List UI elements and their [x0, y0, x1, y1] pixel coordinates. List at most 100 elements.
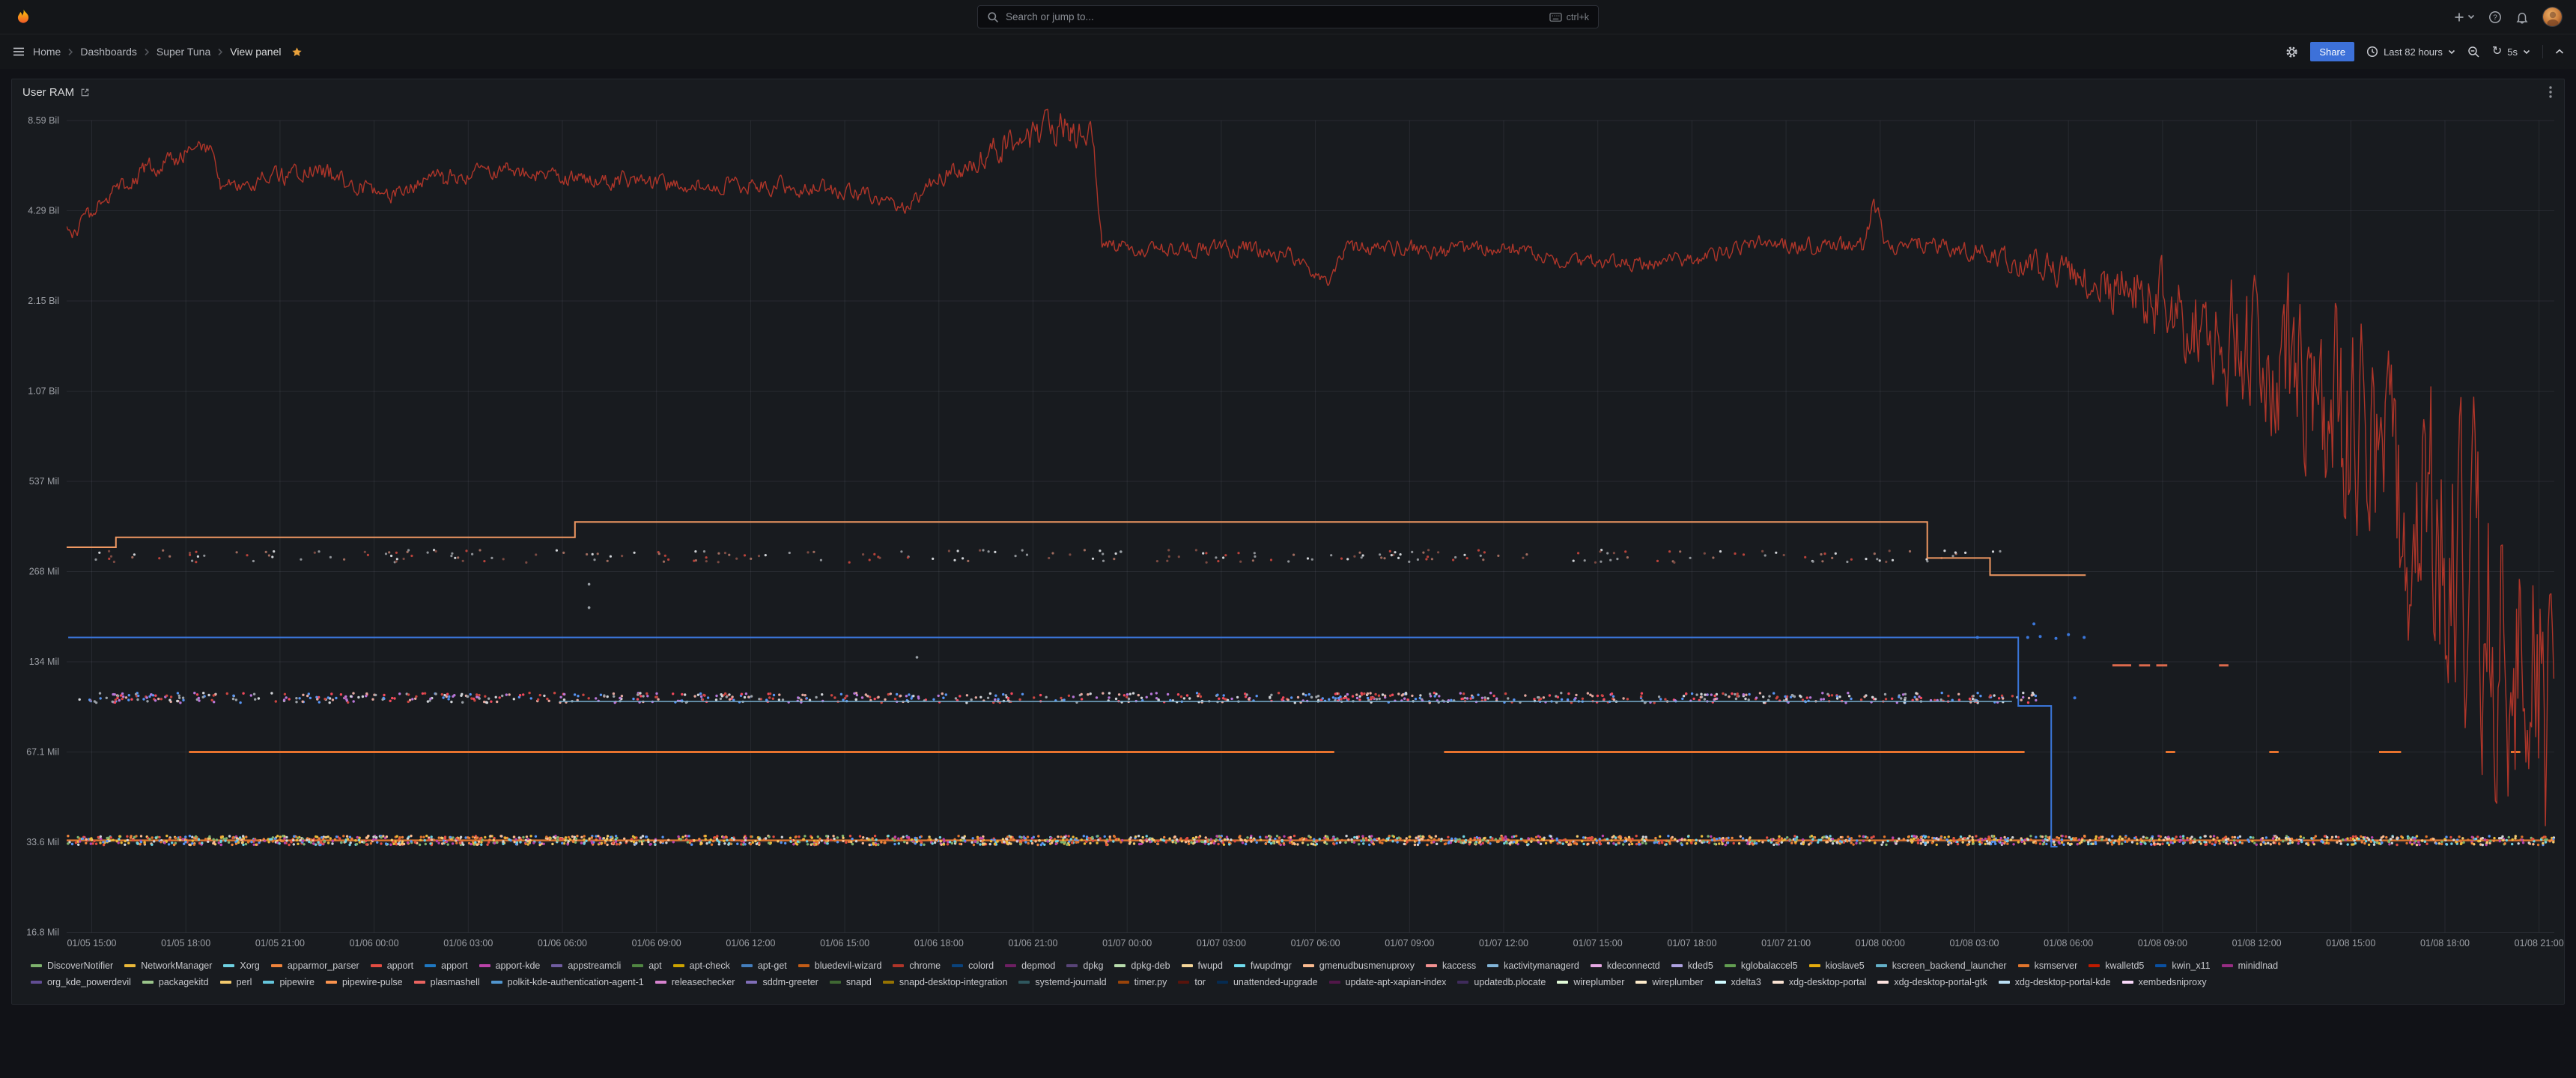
menu-toggle-button[interactable]: [12, 45, 25, 58]
legend-item-wireplumber[interactable]: wireplumber: [1635, 977, 1703, 987]
legend-item-ksmserver[interactable]: ksmserver: [2018, 960, 2078, 971]
legend-series-color: [1457, 981, 1468, 984]
add-button[interactable]: [2453, 11, 2475, 23]
legend-item-fwupd[interactable]: fwupd: [1182, 960, 1223, 971]
legend-item-unattended-upgrade[interactable]: unattended-upgrade: [1217, 977, 1318, 987]
legend-item-kded5[interactable]: kded5: [1671, 960, 1713, 971]
legend-item-updatedb.plocate[interactable]: updatedb.plocate: [1457, 977, 1546, 987]
time-range-picker[interactable]: Last 82 hours: [2366, 46, 2455, 58]
legend-item-kwalletd5[interactable]: kwalletd5: [2089, 960, 2144, 971]
legend-series-color: [1426, 964, 1437, 967]
legend-item-xdg-desktop-portal-kde[interactable]: xdg-desktop-portal-kde: [1999, 977, 2111, 987]
y-axis-tick-label: 33.6 Mil: [26, 837, 59, 847]
chevron-down-icon: [2467, 14, 2475, 19]
legend-item-apparmor_parser[interactable]: apparmor_parser: [271, 960, 359, 971]
share-button[interactable]: Share: [2310, 42, 2354, 61]
legend-item-packagekitd[interactable]: packagekitd: [142, 977, 209, 987]
legend-item-xdelta3[interactable]: xdelta3: [1715, 977, 1761, 987]
legend-item-apt[interactable]: apt: [632, 960, 661, 971]
legend-item-chrome[interactable]: chrome: [893, 960, 941, 971]
toolbar-divider: [2542, 45, 2543, 58]
refresh-button[interactable]: ↻ 5s: [2492, 46, 2530, 58]
notifications-button[interactable]: [2515, 10, 2529, 24]
legend-item-update-apt-xapian-index[interactable]: update-apt-xapian-index: [1329, 977, 1447, 987]
legend-item-wireplumber[interactable]: wireplumber: [1557, 977, 1624, 987]
legend-item-apt-get[interactable]: apt-get: [741, 960, 787, 971]
legend-item-dpkg-deb[interactable]: dpkg-deb: [1114, 960, 1170, 971]
legend-series-color: [883, 981, 894, 984]
legend-item-kwin_x11[interactable]: kwin_x11: [2155, 960, 2210, 971]
legend-item-gmenudbusmenuproxy[interactable]: gmenudbusmenuproxy: [1303, 960, 1415, 971]
legend-item-fwupdmgr[interactable]: fwupdmgr: [1234, 960, 1292, 971]
legend-series-color: [746, 981, 757, 984]
breadcrumb-home[interactable]: Home: [33, 46, 61, 58]
legend-item-depmod[interactable]: depmod: [1005, 960, 1055, 971]
legend-item-perl[interactable]: perl: [220, 977, 252, 987]
legend-item-kioslave5[interactable]: kioslave5: [1809, 960, 1865, 971]
refresh-interval-label: 5s: [2507, 46, 2518, 58]
legend-item-kdeconnectd[interactable]: kdeconnectd: [1591, 960, 1660, 971]
legend-item-polkit-kde-authentication-agent-1[interactable]: polkit-kde-authentication-agent-1: [491, 977, 644, 987]
help-button[interactable]: ?: [2488, 10, 2502, 24]
legend-item-org_kde_powerdevil[interactable]: org_kde_powerdevil: [31, 977, 131, 987]
legend-item-kscreen_backend_launcher[interactable]: kscreen_backend_launcher: [1876, 960, 2007, 971]
panel-title[interactable]: User RAM: [22, 86, 74, 99]
legend-item-xembedsniproxy[interactable]: xembedsniproxy: [2122, 977, 2207, 987]
user-avatar[interactable]: [2542, 7, 2563, 27]
legend-item-plasmashell[interactable]: plasmashell: [414, 977, 480, 987]
panel-menu-button[interactable]: [2548, 85, 2554, 100]
panel-link-icon[interactable]: [80, 88, 90, 97]
legend-item-dpkg[interactable]: dpkg: [1066, 960, 1103, 971]
x-axis-tick-label: 01/05 15:00: [67, 938, 116, 948]
zoom-out-button[interactable]: [2467, 46, 2480, 58]
x-axis-tick-label: 01/06 12:00: [726, 938, 775, 948]
legend-item-snapd[interactable]: snapd: [830, 977, 872, 987]
legend-item-apport[interactable]: apport: [371, 960, 413, 971]
legend-item-apport-kde[interactable]: apport-kde: [479, 960, 541, 971]
legend-item-pipewire-pulse[interactable]: pipewire-pulse: [326, 977, 403, 987]
legend-series-color: [2222, 964, 2233, 967]
legend-item-kactivitymanagerd[interactable]: kactivitymanagerd: [1487, 960, 1579, 971]
legend-item-tor[interactable]: tor: [1178, 977, 1206, 987]
legend-item-apt-check[interactable]: apt-check: [673, 960, 730, 971]
breadcrumb-dashboard-name[interactable]: Super Tuna: [157, 46, 210, 58]
top-nav-bar: ctrl+k ?: [0, 0, 2576, 34]
legend-series-color: [223, 964, 234, 967]
x-axis-tick-label: 01/07 12:00: [1479, 938, 1528, 948]
legend-item-Xorg[interactable]: Xorg: [223, 960, 259, 971]
legend-item-pipewire[interactable]: pipewire: [263, 977, 315, 987]
legend-item-timer.py[interactable]: timer.py: [1118, 977, 1167, 987]
legend-item-bluedevil-wizard[interactable]: bluedevil-wizard: [798, 960, 882, 971]
breadcrumb: Home Dashboards Super Tuna View panel: [33, 46, 303, 58]
search-box[interactable]: ctrl+k: [977, 5, 1599, 28]
kebab-icon: [2549, 86, 2552, 98]
time-series-chart[interactable]: 8.59 Bil4.29 Bil2.15 Bil1.07 Bil537 Mil2…: [12, 105, 2564, 954]
legend-item-kglobalaccel5[interactable]: kglobalaccel5: [1725, 960, 1798, 971]
search-input[interactable]: [1006, 11, 1543, 22]
legend-series-color: [1182, 964, 1193, 967]
legend-item-apport[interactable]: apport: [425, 960, 467, 971]
legend-item-releasechecker[interactable]: releasechecker: [655, 977, 735, 987]
bell-icon: [2515, 10, 2529, 24]
legend-series-color: [830, 981, 841, 984]
legend-item-kaccess[interactable]: kaccess: [1426, 960, 1476, 971]
legend-item-NetworkManager[interactable]: NetworkManager: [124, 960, 212, 971]
legend-item-appstreamcli[interactable]: appstreamcli: [551, 960, 621, 971]
favorite-star-button[interactable]: [291, 46, 303, 58]
breadcrumb-dashboards[interactable]: Dashboards: [80, 46, 137, 58]
legend-item-DiscoverNotifier[interactable]: DiscoverNotifier: [31, 960, 113, 971]
legend-item-minidlnad[interactable]: minidlnad: [2222, 960, 2279, 971]
grafana-logo[interactable]: [13, 7, 33, 27]
legend-item-xdg-desktop-portal-gtk[interactable]: xdg-desktop-portal-gtk: [1877, 977, 1987, 987]
dashboard-settings-button[interactable]: [2285, 46, 2298, 58]
legend-item-sddm-greeter[interactable]: sddm-greeter: [746, 977, 818, 987]
collapse-top-bar-button[interactable]: [2555, 49, 2564, 55]
chevron-up-icon: [2555, 49, 2564, 55]
legend-item-colord[interactable]: colord: [952, 960, 994, 971]
legend-item-xdg-desktop-portal[interactable]: xdg-desktop-portal: [1772, 977, 1867, 987]
legend-item-snapd-desktop-integration[interactable]: snapd-desktop-integration: [883, 977, 1008, 987]
x-axis-tick-label: 01/08 12:00: [2232, 938, 2282, 948]
hamburger-icon: [12, 45, 25, 58]
legend-item-systemd-journald[interactable]: systemd-journald: [1018, 977, 1106, 987]
legend-series-color: [1635, 981, 1647, 984]
